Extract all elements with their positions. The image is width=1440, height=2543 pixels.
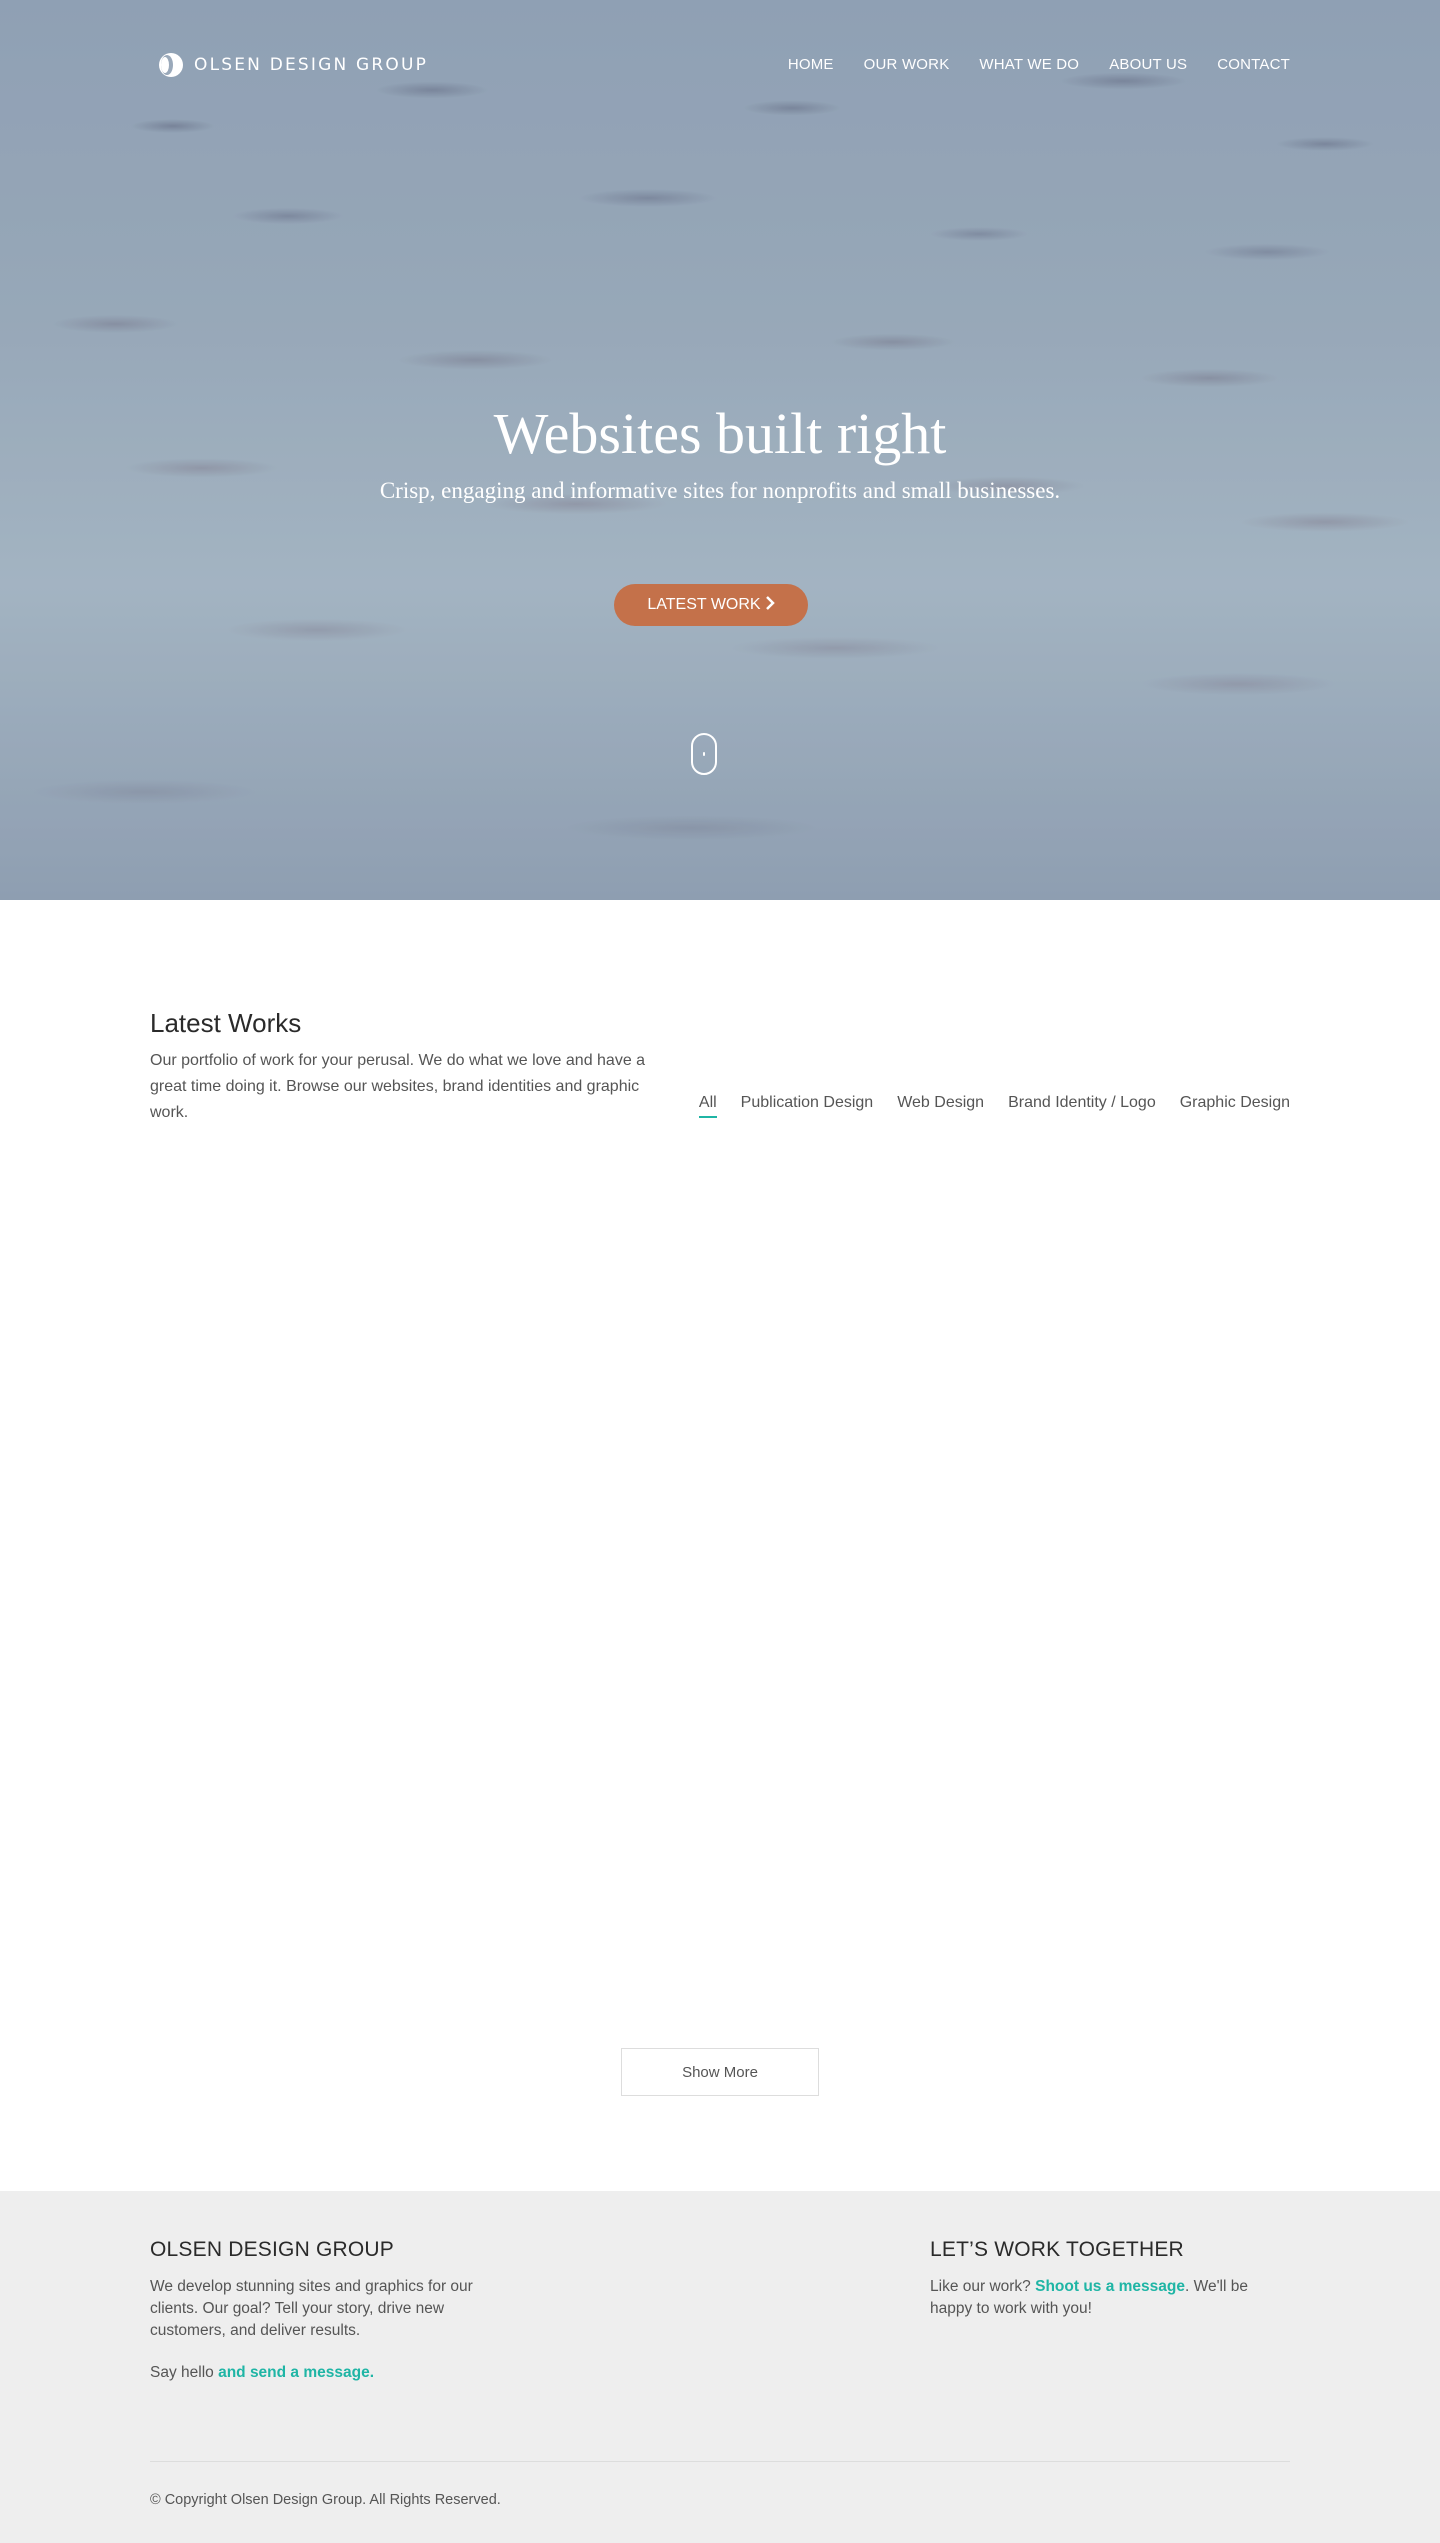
hero-subtitle: Crisp, engaging and informative sites fo…: [379, 478, 1061, 503]
copyright-text: © Copyright Olsen Design Group. All Righ…: [150, 2492, 501, 2508]
hero-title: Websites built right: [493, 401, 947, 466]
logo-mark-icon: [158, 52, 184, 78]
latest-works-description: Our portfolio of work for your perusal. …: [150, 1052, 646, 1121]
nav-our-work[interactable]: OUR WORK: [864, 56, 950, 73]
footer-work-together: LET’S WORK TOGETHER Like our work? Shoot…: [930, 2238, 1290, 2320]
latest-works-title: Latest Works: [150, 1008, 302, 1038]
scroll-down-mouse-icon[interactable]: [691, 733, 717, 775]
filter-graphic-design[interactable]: Graphic Design: [1180, 1094, 1290, 1118]
nav-what-we-do[interactable]: WHAT WE DO: [979, 56, 1079, 73]
hero-section: OLSEN DESIGN GROUP HOME OUR WORK WHAT WE…: [0, 0, 1440, 900]
show-more-button[interactable]: Show More: [621, 2048, 819, 2096]
main-nav: HOME OUR WORK WHAT WE DO ABOUT US CONTAC…: [788, 56, 1290, 73]
footer-right-prefix: Like our work?: [930, 2278, 1036, 2295]
logo-text: OLSEN DESIGN GROUP: [194, 55, 429, 75]
footer-work-together-text: Like our work? Shoot us a message. We'll…: [930, 2276, 1290, 2320]
filter-brand-identity[interactable]: Brand Identity / Logo: [1008, 1094, 1156, 1118]
footer-about-text: We develop stunning sites and graphics f…: [150, 2278, 473, 2339]
nav-about-us[interactable]: ABOUT US: [1109, 56, 1187, 73]
latest-work-label: LATEST WORK: [647, 596, 761, 613]
site-footer: OLSEN DESIGN GROUP We develop stunning s…: [0, 2191, 1440, 2543]
filter-web-design[interactable]: Web Design: [897, 1094, 984, 1118]
footer-about-title: OLSEN DESIGN GROUP: [150, 2238, 394, 2261]
nav-contact[interactable]: CONTACT: [1217, 56, 1290, 73]
nav-home[interactable]: HOME: [788, 56, 834, 73]
filter-publication-design[interactable]: Publication Design: [741, 1094, 874, 1118]
portfolio-filters: All Publication Design Web Design Brand …: [698, 1094, 1290, 1118]
footer-about: OLSEN DESIGN GROUP We develop stunning s…: [150, 2238, 520, 2384]
footer-shoot-message-link[interactable]: Shoot us a message: [1035, 2278, 1185, 2295]
latest-work-button[interactable]: LATEST WORK: [614, 584, 808, 626]
footer-hello-prefix: Say hello: [150, 2364, 219, 2381]
mouse-wheel-dot: [703, 752, 705, 756]
site-logo[interactable]: OLSEN DESIGN GROUP: [158, 52, 428, 78]
footer-divider: [150, 2461, 1290, 2462]
chevron-right-icon: [765, 595, 775, 615]
footer-say-hello: Say hello and send a message.: [150, 2362, 520, 2384]
filter-all[interactable]: All: [698, 1094, 717, 1118]
footer-work-together-title: LET’S WORK TOGETHER: [930, 2238, 1184, 2261]
footer-send-message-link[interactable]: and send a message.: [218, 2364, 374, 2381]
